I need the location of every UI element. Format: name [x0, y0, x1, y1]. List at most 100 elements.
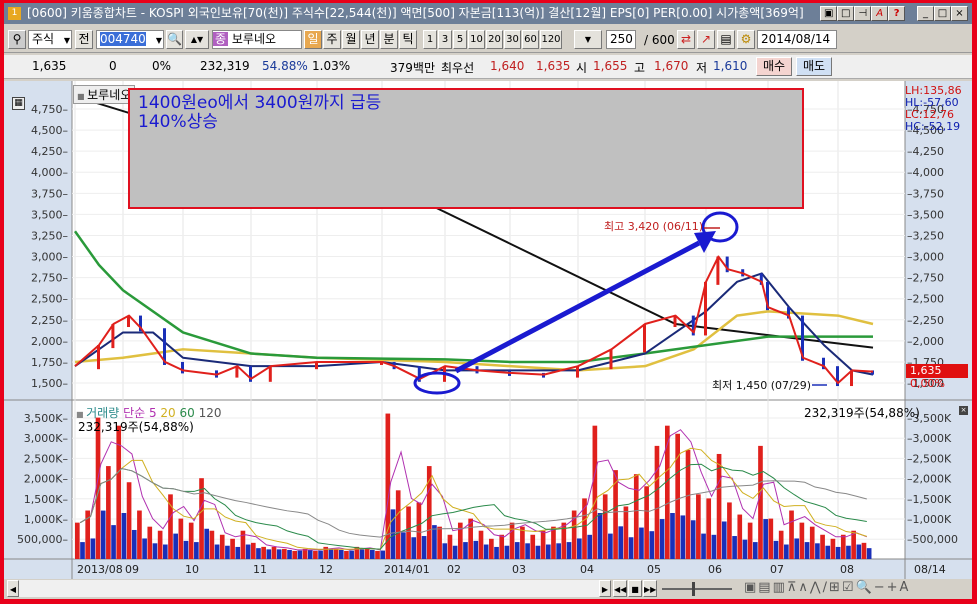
window-button[interactable]: □ [837, 6, 855, 21]
volume-bar [75, 522, 80, 559]
period-tab-4[interactable]: 분 [380, 30, 398, 49]
close-button[interactable]: × [951, 6, 968, 21]
volume-bar [385, 413, 391, 559]
volume-bar [395, 490, 401, 559]
period-tab-3[interactable]: 년 [361, 30, 379, 49]
scroll-right-button[interactable]: ▶ [599, 580, 611, 597]
volume-bar [111, 525, 116, 559]
tool-icon[interactable]: ⊼ [787, 580, 799, 595]
market-select[interactable]: 주식 ▼ [28, 30, 72, 49]
buy-button[interactable]: 매수 [756, 57, 792, 76]
volume-bar [628, 537, 634, 559]
interval-button-20[interactable]: 20 [486, 30, 503, 49]
search-icon[interactable]: 🔍 [166, 30, 183, 49]
zoom-icon[interactable]: 🔍 [856, 580, 874, 595]
volume-bar [509, 522, 515, 559]
period-tab-5[interactable]: 틱 [399, 30, 417, 49]
volume-bar [758, 445, 763, 559]
interval-button-5[interactable]: 5 [453, 30, 467, 49]
bookmark-icon[interactable]: ⚲ [8, 30, 26, 49]
x-tick-label: 11 [253, 563, 267, 576]
tool-icon[interactable]: ▣ [744, 580, 758, 595]
volume-bar [204, 528, 210, 559]
stop-button[interactable]: ■ [628, 580, 642, 597]
table-icon[interactable]: ▦ [12, 97, 25, 110]
annotation-box[interactable]: 1400원eo에서 3400원까지 급등 140%상승 [128, 88, 804, 209]
tool-icon[interactable]: ☑ [842, 580, 856, 595]
layout-button[interactable]: ▣ [820, 6, 838, 21]
volume: 232,319 [200, 59, 250, 73]
interval-select[interactable]: ▼ [574, 30, 602, 49]
save-icon[interactable]: ▤ [717, 30, 735, 49]
interval-button-3[interactable]: 3 [438, 30, 452, 49]
volume-bar [478, 530, 484, 559]
volume-bar [659, 519, 665, 559]
period-tab-2[interactable]: 월 [342, 30, 360, 49]
volume-tick-right: –2,500K [907, 452, 952, 465]
horizontal-scrollbar[interactable] [19, 580, 599, 597]
interval-button-60[interactable]: 60 [522, 30, 539, 49]
volume-bar [266, 549, 272, 559]
volume-bar [654, 445, 660, 559]
candle [576, 366, 579, 378]
interval-button-10[interactable]: 10 [468, 30, 485, 49]
pin-button[interactable]: ⊣ [854, 6, 872, 21]
volume-bar [566, 542, 572, 559]
current-price-tag: 1,635 [906, 364, 968, 378]
legend-ma120: 120 [198, 406, 222, 420]
x-tick-label: 02 [447, 563, 461, 576]
chart-area[interactable]: 2013/08 09 10 11 12 2014/01 02 03 04 05 06 07 08 08/1… [4, 81, 972, 579]
count-input[interactable]: 250 [606, 30, 636, 49]
tool-icon[interactable]: ∧ [798, 580, 810, 595]
volume-bar [789, 510, 794, 559]
zoom-slider[interactable] [662, 582, 732, 596]
prev-button[interactable]: 전 [75, 30, 93, 49]
maximize-button[interactable]: □ [934, 6, 951, 21]
volume-bar [328, 549, 334, 559]
volume-bar [214, 544, 220, 559]
interval-button-120[interactable]: 120 [540, 30, 562, 49]
tool-icon[interactable]: ▥ [773, 580, 787, 595]
zoom-out-icon[interactable]: − [874, 580, 887, 595]
title-buttons: ▣ □ ⊣ A? _ □ × [816, 3, 968, 24]
period-tab-1[interactable]: 주 [323, 30, 341, 49]
price-tick-left: 3,750– [31, 187, 68, 200]
volume-bar [188, 522, 194, 559]
rewind-button[interactable]: ◀◀ [613, 580, 627, 597]
tool-icon[interactable]: ▤ [758, 580, 772, 595]
close-pane-icon[interactable]: × [959, 406, 968, 415]
tool-icon[interactable]: ⊞ [829, 580, 842, 595]
interval-button-30[interactable]: 30 [504, 30, 521, 49]
stock-name-field[interactable]: 종 보루네오 [212, 30, 302, 49]
slider-handle[interactable] [692, 582, 695, 596]
code-input[interactable]: 004740 ▼ [96, 30, 164, 49]
gear-icon[interactable]: ⚙ [737, 30, 755, 49]
volume-bar [556, 543, 561, 559]
sell-button[interactable]: 매도 [796, 57, 832, 76]
interval-button-1[interactable]: 1 [423, 30, 437, 49]
scroll-left-button[interactable]: ◀ [7, 580, 19, 597]
volume-bar [815, 543, 820, 559]
font-icon[interactable]: A [900, 580, 911, 595]
volume-bar [701, 533, 706, 559]
stock-type-badge: 종 [213, 32, 229, 46]
period-tab-0[interactable]: 일 [304, 30, 322, 49]
indicator-icon[interactable]: ↗ [697, 30, 715, 49]
volume-tick-left: 3,500K– [24, 412, 68, 425]
volume-bar [784, 544, 789, 559]
volume-bar [514, 542, 520, 559]
forward-button[interactable]: ▶▶ [643, 580, 657, 597]
quote-bar: 1,635 0 0% 232,319 54.88% 1.03% 379백만 최우… [4, 55, 972, 79]
price-tick-left: 4,750– [31, 103, 68, 116]
date-input[interactable]: 2014/08/14 [757, 30, 837, 49]
minimize-button[interactable]: _ [917, 6, 934, 21]
font-button[interactable]: A [871, 6, 889, 21]
zoom-in-icon[interactable]: + [887, 580, 900, 595]
help-button[interactable]: ? [888, 6, 906, 21]
price-tick-right: –2,500 [907, 293, 944, 306]
updown-spinner[interactable]: ▲▼ [185, 30, 209, 49]
tool-icon[interactable]: ⋀ [810, 580, 823, 595]
stats-box: LH:135,86 HL:-57,60 LC:12,76 HC:-52,19 [905, 85, 962, 133]
candle-icon[interactable]: ⇄ [677, 30, 695, 49]
volume-bar [302, 548, 308, 559]
